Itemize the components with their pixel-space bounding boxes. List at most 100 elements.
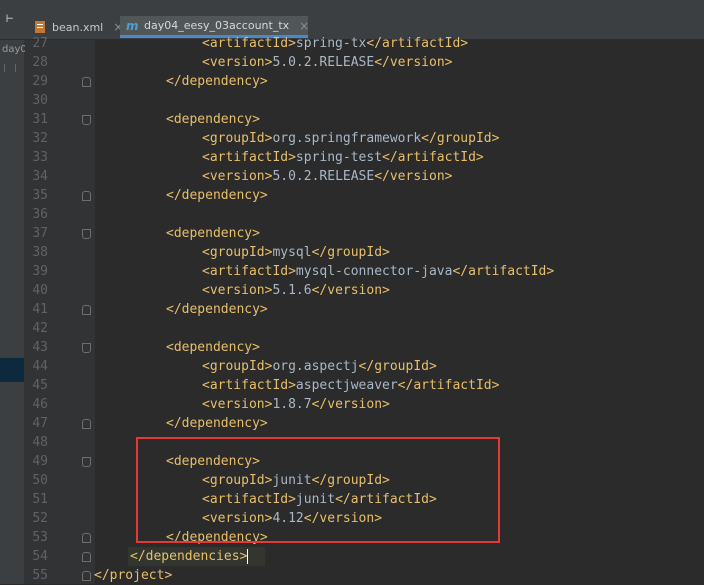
line-number: 44 [32,359,48,374]
line-number: 37 [32,226,48,241]
maven-m-icon: m [126,18,139,33]
code-line[interactable]: 44 <groupId>org.aspectj</groupId> [0,357,704,376]
tag-value: 1.8.7 [272,397,312,412]
code-line[interactable]: 41 </dependency> [0,300,704,319]
open-tag: <dependency> [166,340,260,355]
line-number: 39 [32,264,48,279]
code-text: </dependencies> [130,547,249,566]
code-line[interactable]: 31 <dependency> [0,110,704,129]
fold-marker-icon[interactable] [82,457,91,467]
line-number: 55 [32,568,48,583]
line-number: 48 [32,435,48,450]
code-text: <version>5.0.2.RELEASE</version> [202,53,452,72]
tag-value: spring-test [295,150,383,165]
line-number: 28 [32,55,48,70]
tag-value: 5.0.2.RELEASE [272,55,375,70]
open-tag: <version> [202,397,273,412]
open-tag: <groupId> [202,131,273,146]
open-tag: <artifactId> [202,264,296,279]
tag-value: org.springframework [272,131,422,146]
open-tag: </dependency> [166,416,268,431]
tag-value: spring-tx [295,36,367,51]
code-line[interactable]: 40 <version>5.1.6</version> [0,281,704,300]
line-number: 42 [32,321,48,336]
fold-marker-icon[interactable] [82,552,91,562]
fold-marker-icon[interactable] [82,571,91,581]
open-tag: <version> [202,55,273,70]
text-caret [247,549,249,564]
close-tag: </groupId> [358,359,437,374]
tag-value: 5.1.6 [272,283,312,298]
code-text: </dependency> [166,300,268,319]
code-text: <version>5.1.6</version> [202,281,390,300]
open-tag: <version> [202,283,273,298]
code-text: </dependency> [166,414,268,433]
code-line[interactable]: 39 <artifactId>mysql-connector-java</arti… [0,262,704,281]
fold-marker-icon[interactable] [82,77,91,87]
tag-value: 5.0.2.RELEASE [272,169,375,184]
collapse-panel-icon[interactable]: ⊢ [6,11,20,25]
code-line[interactable]: 46 <version>1.8.7</version> [0,395,704,414]
code-text: <version>1.8.7</version> [202,395,390,414]
close-tag: </artifactId> [382,150,484,165]
tag-value: aspectjweaver [295,378,398,393]
open-tag: </dependency> [166,74,268,89]
close-tag: </artifactId> [452,264,555,279]
code-line[interactable]: 28 <version>5.0.2.RELEASE</version> [0,53,704,72]
tab-label: day04_eesy_03account_tx [144,19,290,32]
code-text: <artifactId>spring-tx</artifactId> [202,34,468,53]
line-number: 47 [32,416,48,431]
code-line[interactable]: 27 <artifactId>spring-tx</artifactId> [0,34,704,53]
line-number: 40 [32,283,48,298]
xml-file-icon [34,21,46,33]
code-text: <groupId>mysql</groupId> [202,243,390,262]
line-number: 36 [32,207,48,222]
tag-value: mysql [272,245,312,260]
line-number: 49 [32,454,48,469]
code-text: </dependency> [166,186,268,205]
open-tag: <dependency> [166,112,260,127]
tag-value: org.aspectj [272,359,359,374]
code-line[interactable]: 47 </dependency> [0,414,704,433]
line-number: 35 [32,188,48,203]
fold-marker-icon[interactable] [82,419,91,429]
line-number: 46 [32,397,48,412]
open-tag: <artifactId> [202,378,296,393]
close-tab-icon[interactable]: × [299,19,309,33]
code-line[interactable]: 43 <dependency> [0,338,704,357]
close-tag: </artifactId> [397,378,500,393]
fold-marker-icon[interactable] [82,229,91,239]
line-number: 41 [32,302,48,317]
code-line[interactable]: 33 <artifactId>spring-test</artifactId> [0,148,704,167]
line-number: 27 [32,36,48,51]
open-tag: </dependency> [166,188,268,203]
code-line[interactable]: 54 </dependencies> [0,547,704,566]
fold-marker-icon[interactable] [82,115,91,125]
code-line[interactable]: 36 [0,205,704,224]
open-tag: </project> [94,568,173,583]
code-line[interactable]: 32 <groupId>org.springframework</groupId> [0,129,704,148]
code-text: <dependency> [166,110,260,129]
close-tag: </groupId> [421,131,500,146]
fold-marker-icon[interactable] [82,191,91,201]
line-number: 52 [32,511,48,526]
code-line[interactable]: 29 </dependency> [0,72,704,91]
close-tag: </artifactId> [366,36,469,51]
code-line[interactable]: 30 [0,91,704,110]
code-line[interactable]: 35 </dependency> [0,186,704,205]
open-tag: <version> [202,169,273,184]
code-line[interactable]: 55 </project> [0,566,704,585]
code-line[interactable]: 37 <dependency> [0,224,704,243]
line-number: 50 [32,473,48,488]
fold-marker-icon[interactable] [82,305,91,315]
open-tag: <groupId> [202,359,273,374]
fold-marker-icon[interactable] [82,343,91,353]
code-line[interactable]: 42 [0,319,704,338]
line-number: 31 [32,112,48,127]
code-text: <artifactId>aspectjweaver</artifactId> [202,376,499,395]
code-line[interactable]: 45 <artifactId>aspectjweaver</artifactId> [0,376,704,395]
code-line[interactable]: 38 <groupId>mysql</groupId> [0,243,704,262]
code-line[interactable]: 34 <version>5.0.2.RELEASE</version> [0,167,704,186]
close-tag: </version> [374,169,453,184]
fold-marker-icon[interactable] [82,533,91,543]
